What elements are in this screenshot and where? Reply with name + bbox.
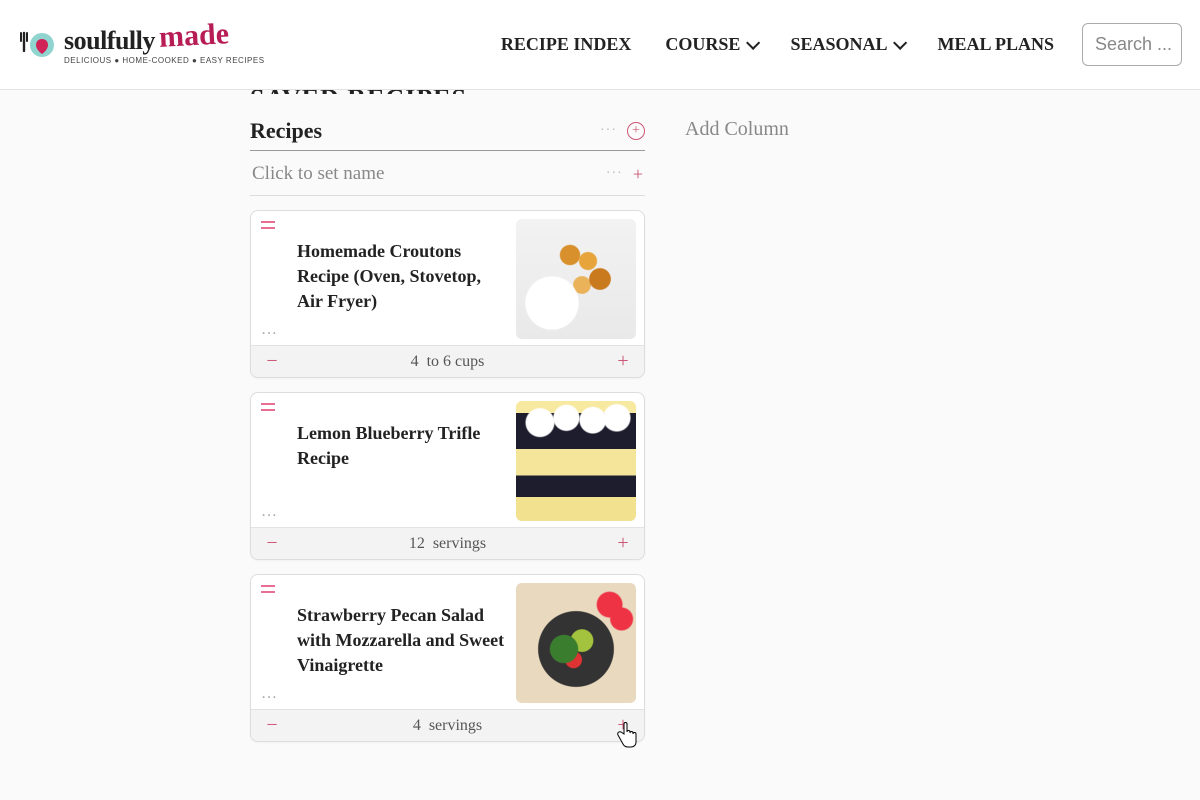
logo-word-1: soulfully: [64, 28, 155, 54]
nav-seasonal[interactable]: SEASONAL: [790, 34, 903, 55]
recipe-column: Recipes ··· + Click to set name ··· +: [250, 118, 645, 742]
servings-stepper: − 4 to 6 cups +: [251, 345, 644, 377]
nav-recipe-index[interactable]: RECIPE INDEX: [501, 34, 632, 55]
search-input[interactable]: [1095, 34, 1182, 55]
column-menu-icon[interactable]: ···: [600, 123, 617, 139]
nav-course[interactable]: COURSE: [665, 34, 756, 55]
servings-unit: servings: [429, 717, 482, 734]
servings-label: 4 servings: [413, 717, 482, 735]
servings-stepper: − 4 servings +: [251, 709, 644, 741]
recipe-card[interactable]: Homemade Croutons Recipe (Oven, Stovetop…: [250, 210, 645, 378]
recipe-card-body: Lemon Blueberry Trifle Recipe …: [251, 393, 644, 527]
servings-label: 12 servings: [409, 535, 486, 553]
site-header: soulfully made DELICIOUS ● HOME-COOKED ●…: [0, 0, 1200, 90]
column-title[interactable]: Recipes: [250, 118, 322, 144]
drag-handle-icon[interactable]: [261, 403, 275, 411]
nav-meal-plans-label: MEAL PLANS: [937, 34, 1054, 55]
card-menu-icon[interactable]: …: [261, 321, 278, 339]
card-menu-icon[interactable]: …: [261, 503, 278, 521]
decrease-servings-button[interactable]: −: [263, 714, 281, 737]
logo-text: soulfully made DELICIOUS ● HOME-COOKED ●…: [64, 25, 265, 65]
logo-icon: [18, 25, 58, 65]
decrease-servings-button[interactable]: −: [263, 350, 281, 373]
servings-number: 12: [409, 535, 425, 552]
recipe-card[interactable]: Strawberry Pecan Salad with Mozzarella a…: [250, 574, 645, 742]
card-menu-icon[interactable]: …: [261, 685, 278, 703]
servings-label: 4 to 6 cups: [411, 353, 485, 371]
search-box[interactable]: [1082, 23, 1182, 66]
recipe-card-body: Strawberry Pecan Salad with Mozzarella a…: [251, 575, 644, 709]
servings-unit: to 6 cups: [427, 353, 485, 370]
group-menu-icon[interactable]: ···: [606, 166, 623, 182]
nav-meal-plans[interactable]: MEAL PLANS: [937, 34, 1054, 55]
primary-nav: RECIPE INDEX COURSE SEASONAL MEAL PLANS: [501, 34, 1054, 55]
new-group-row: Click to set name ··· +: [250, 151, 645, 196]
servings-number: 4: [411, 353, 419, 370]
recipe-thumbnail[interactable]: [516, 401, 636, 521]
decrease-servings-button[interactable]: −: [263, 532, 281, 555]
recipe-card-title[interactable]: Lemon Blueberry Trifle Recipe: [297, 421, 508, 471]
recipe-thumbnail[interactable]: [516, 219, 636, 339]
nav-course-label: COURSE: [665, 34, 740, 55]
logo-word-2: made: [158, 19, 229, 53]
site-logo[interactable]: soulfully made DELICIOUS ● HOME-COOKED ●…: [18, 25, 265, 65]
logo-tagline: DELICIOUS ● HOME-COOKED ● EASY RECIPES: [64, 57, 265, 65]
recipe-thumbnail[interactable]: [516, 583, 636, 703]
chevron-down-icon: [746, 35, 760, 49]
add-column-button[interactable]: Add Column: [685, 118, 789, 742]
recipe-card-title[interactable]: Homemade Croutons Recipe (Oven, Stovetop…: [297, 239, 508, 315]
servings-stepper: − 12 servings +: [251, 527, 644, 559]
recipe-card-body: Homemade Croutons Recipe (Oven, Stovetop…: [251, 211, 644, 345]
drag-handle-icon[interactable]: [261, 585, 275, 593]
drag-handle-icon[interactable]: [261, 221, 275, 229]
chevron-down-icon: [894, 35, 908, 49]
servings-unit: servings: [433, 535, 486, 552]
increase-servings-button[interactable]: +: [614, 350, 632, 373]
column-header: Recipes ··· +: [250, 118, 645, 151]
add-card-button[interactable]: +: [627, 122, 645, 140]
recipe-card-title[interactable]: Strawberry Pecan Salad with Mozzarella a…: [297, 603, 508, 679]
nav-recipe-index-label: RECIPE INDEX: [501, 34, 632, 55]
group-name-input[interactable]: Click to set name: [252, 163, 384, 185]
servings-number: 4: [413, 717, 421, 734]
increase-servings-button[interactable]: +: [614, 714, 632, 737]
add-to-group-button[interactable]: +: [633, 164, 643, 185]
nav-seasonal-label: SEASONAL: [790, 34, 887, 55]
increase-servings-button[interactable]: +: [614, 532, 632, 555]
recipe-card[interactable]: Lemon Blueberry Trifle Recipe … − 12 ser…: [250, 392, 645, 560]
